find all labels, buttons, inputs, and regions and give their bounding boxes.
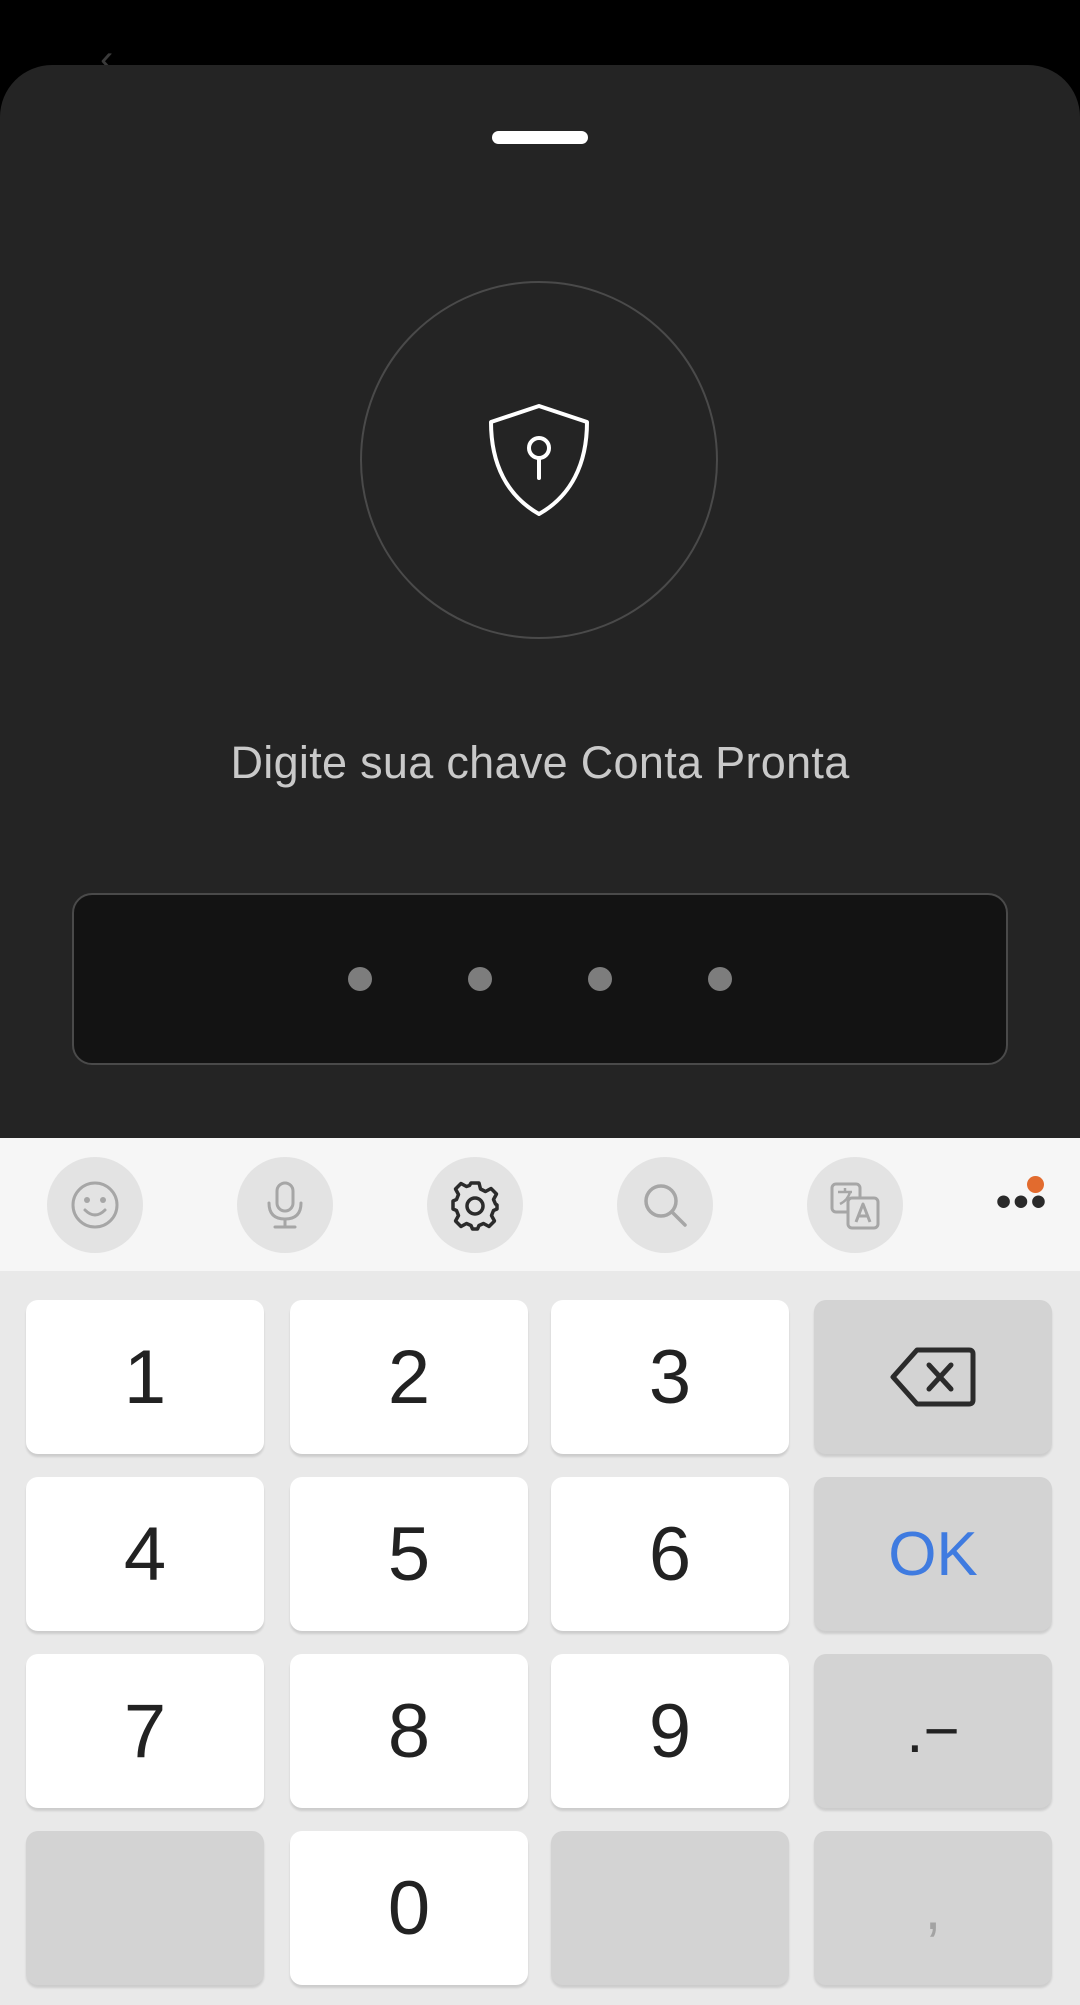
microphone-icon — [267, 1181, 303, 1229]
translate-button[interactable] — [807, 1157, 903, 1253]
key-8[interactable]: 8 — [290, 1654, 528, 1808]
bottom-sheet: Digite sua chave Conta Pronta — [0, 65, 1080, 1140]
key-5[interactable]: 5 — [290, 1477, 528, 1631]
pin-dot — [348, 967, 372, 991]
backspace-key[interactable] — [814, 1300, 1052, 1454]
ok-key[interactable]: OK — [814, 1477, 1052, 1631]
pin-prompt: Digite sua chave Conta Pronta — [230, 737, 850, 788]
notification-badge — [1027, 1176, 1044, 1193]
translate-icon — [830, 1182, 880, 1230]
pin-dot — [468, 967, 492, 991]
emoji-icon — [71, 1181, 119, 1229]
sheet-drag-handle[interactable] — [492, 131, 588, 144]
shield-key-icon — [489, 404, 589, 516]
search-button[interactable] — [617, 1157, 713, 1253]
key-0[interactable]: 0 — [290, 1831, 528, 1985]
pin-dot — [588, 967, 612, 991]
blank-key-right — [551, 1831, 789, 1985]
backspace-icon — [890, 1347, 976, 1407]
key-6[interactable]: 6 — [551, 1477, 789, 1631]
keyboard-toolbar: ••• — [0, 1138, 1080, 1271]
key-2[interactable]: 2 — [290, 1300, 528, 1454]
gear-icon — [451, 1181, 499, 1231]
search-icon — [644, 1184, 687, 1227]
pin-input[interactable] — [72, 893, 1008, 1065]
settings-button[interactable] — [427, 1157, 523, 1253]
key-9[interactable]: 9 — [551, 1654, 789, 1808]
shield-circle — [360, 281, 718, 639]
voice-input-button[interactable] — [237, 1157, 333, 1253]
more-options-icon: ••• — [995, 1177, 1049, 1226]
key-1[interactable]: 1 — [26, 1300, 264, 1454]
key-4[interactable]: 4 — [26, 1477, 264, 1631]
dot-dash-key[interactable]: .− — [814, 1654, 1052, 1808]
more-options-button[interactable]: ••• — [974, 1157, 1070, 1253]
key-7[interactable]: 7 — [26, 1654, 264, 1808]
pin-dot — [708, 967, 732, 991]
comma-key[interactable]: , — [814, 1831, 1052, 1985]
numeric-keyboard: ••• 1 2 3 4 5 6 OK 7 8 9 .− 0 , — [0, 1138, 1080, 2005]
emoji-button[interactable] — [47, 1157, 143, 1253]
key-3[interactable]: 3 — [551, 1300, 789, 1454]
blank-key-left — [26, 1831, 264, 1985]
